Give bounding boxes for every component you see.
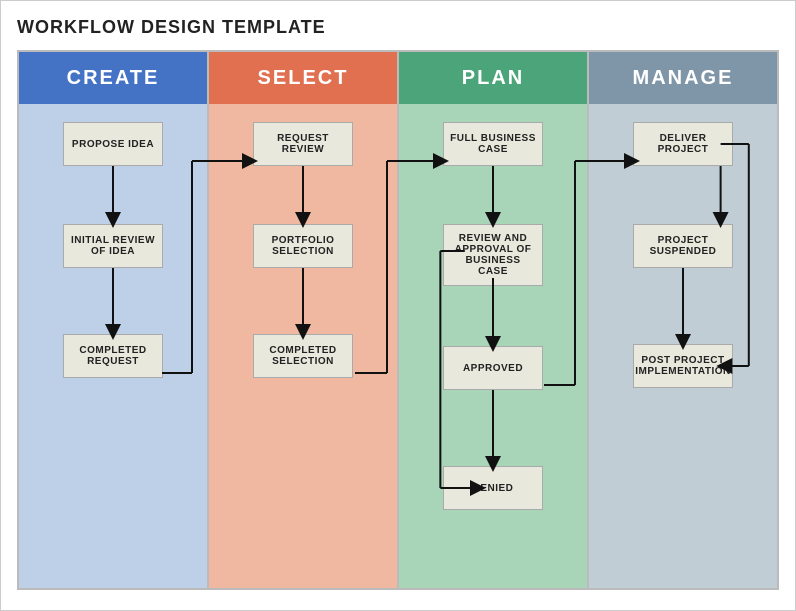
column-body-create: PROPOSE IDEA INITIAL REVIEW OF IDEA COMP… xyxy=(19,104,207,588)
column-body-manage: DELIVER PROJECT PROJECT SUSPENDED POST P… xyxy=(589,104,777,588)
diagram-title: WORKFLOW DESIGN TEMPLATE xyxy=(17,17,779,38)
column-body-plan: FULL BUSINESS CASE REVIEW AND APPROVAL O… xyxy=(399,104,587,588)
box-review-approval: REVIEW AND APPROVAL OF BUSINESS CASE xyxy=(443,224,543,286)
box-post-project-implementation: POST PROJECT IMPLEMENTATION xyxy=(633,344,733,388)
column-manage: MANAGE DELIVER PROJECT PROJECT SUSPENDED… xyxy=(589,52,777,588)
box-full-business-case: FULL BUSINESS CASE xyxy=(443,122,543,166)
box-approved: APPROVED xyxy=(443,346,543,390)
box-project-suspended: PROJECT SUSPENDED xyxy=(633,224,733,268)
box-request-review: REQUEST REVIEW xyxy=(253,122,353,166)
box-propose-idea: PROPOSE IDEA xyxy=(63,122,163,166)
box-denied: DENIED xyxy=(443,466,543,510)
column-plan: PLAN FULL BUSINESS CASE REVIEW AND APPRO… xyxy=(399,52,589,588)
column-body-select: REQUEST REVIEW PORTFOLIO SELECTION COMPL… xyxy=(209,104,397,588)
box-review-of-idea: INITIAL REVIEW OF IDEA xyxy=(63,224,163,268)
column-header-create: CREATE xyxy=(19,52,207,104)
column-header-select: SELECT xyxy=(209,52,397,104)
box-portfolio-selection: PORTFOLIO SELECTION xyxy=(253,224,353,268)
columns-wrapper: CREATE PROPOSE IDEA INITIAL REVIEW OF ID… xyxy=(17,50,779,590)
column-create: CREATE PROPOSE IDEA INITIAL REVIEW OF ID… xyxy=(19,52,209,588)
diagram-container: WORKFLOW DESIGN TEMPLATE CREATE PROPOSE … xyxy=(0,0,796,611)
box-deliver-project: DELIVER PROJECT xyxy=(633,122,733,166)
box-completed-selection: COMPLETED SELECTION xyxy=(253,334,353,378)
box-completed-request: COMPLETED REQUEST xyxy=(63,334,163,378)
column-header-plan: PLAN xyxy=(399,52,587,104)
column-select: SELECT REQUEST REVIEW PORTFOLIO SELECTIO… xyxy=(209,52,399,588)
column-header-manage: MANAGE xyxy=(589,52,777,104)
